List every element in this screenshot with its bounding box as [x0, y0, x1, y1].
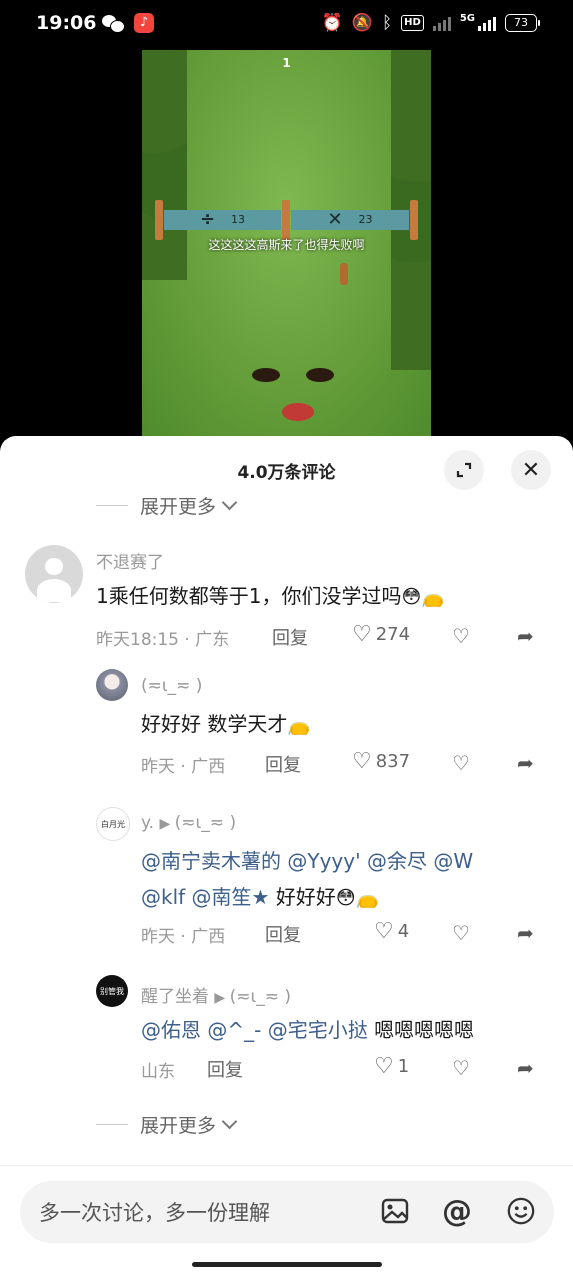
- heart-outline-icon: ♡: [374, 919, 394, 944]
- comment-time-location: 昨天18:15 · 广东: [96, 630, 230, 650]
- like-button[interactable]: ♡ 4: [374, 919, 409, 944]
- runner-figure: [340, 263, 348, 285]
- reply-button[interactable]: 回复: [207, 1056, 243, 1082]
- broken-heart-icon: ♡: [452, 921, 470, 945]
- alarm-icon: ⏰: [321, 13, 343, 33]
- heart-outline-icon: ♡: [352, 622, 372, 647]
- sheet-header: 4.0万条评论 ✕: [0, 436, 573, 500]
- reply-button[interactable]: 回复: [265, 751, 301, 777]
- comment-text: 1乘任何数都等于1，你们没学过吗😳👝: [96, 578, 445, 615]
- video-score: 1: [282, 56, 291, 70]
- share-arrow-icon: ➦: [517, 624, 534, 648]
- reply-button[interactable]: 回复: [272, 624, 308, 650]
- dislike-button[interactable]: ♡: [452, 921, 470, 945]
- smile-icon: [507, 1197, 535, 1225]
- comment-input[interactable]: 多一次讨论，多一份理解 @: [20, 1181, 554, 1243]
- face-mouth: [282, 403, 314, 421]
- reply-button[interactable]: 回复: [265, 921, 301, 947]
- video-caption: 这这这这高斯来了也得失败啊: [208, 238, 365, 252]
- reply-arrow-icon: ▶: [214, 990, 230, 1006]
- like-button[interactable]: ♡ 1: [374, 1054, 409, 1079]
- reply-username[interactable]: 醒了坐着 ▶ (≂ι_≂ ): [141, 982, 291, 1007]
- status-time: 19:06: [36, 12, 97, 34]
- gate-right: ✕ 23: [291, 210, 409, 230]
- status-bar: 19:06 ♪ ⏰ 🔕 ᛒ HD 5G 73: [0, 0, 573, 50]
- close-button[interactable]: ✕: [511, 450, 551, 490]
- reply-arrow-icon: ▶: [159, 816, 175, 832]
- reply-time-location: 昨天 · 广西: [141, 927, 226, 947]
- dislike-button[interactable]: ♡: [452, 624, 470, 648]
- dislike-button[interactable]: ♡: [452, 751, 470, 775]
- bag-emoji-icon: 👝: [355, 887, 380, 909]
- expand-more-top[interactable]: 展开更多: [96, 492, 238, 519]
- comment-sheet: 4.0万条评论 ✕ 展开更多 不退赛了 1乘任何数都等于1，你们没学过吗😳👝 昨…: [0, 436, 573, 1170]
- battery-indicator: 73: [505, 14, 540, 32]
- fullscreen-button[interactable]: [444, 450, 484, 490]
- dislike-button[interactable]: ♡: [452, 1056, 470, 1080]
- emoji-button[interactable]: [506, 1196, 536, 1226]
- reply-text: @南宁卖木薯的 @Yyyy' @余尽 @W @klf @南笙★ 好好好😳👝: [141, 843, 521, 916]
- signal-icon: [478, 15, 496, 31]
- flushed-emoji-icon: 😳: [401, 586, 422, 608]
- mute-icon: 🔕: [351, 13, 373, 33]
- hd-badge: HD: [401, 15, 424, 31]
- avatar[interactable]: [96, 669, 128, 701]
- broken-heart-icon: ♡: [452, 751, 470, 775]
- gate-post: [410, 200, 418, 240]
- broken-heart-icon: ♡: [452, 624, 470, 648]
- comment-count-title: 4.0万条评论: [237, 463, 336, 483]
- face-eye: [252, 368, 280, 382]
- wechat-icon: [102, 14, 125, 33]
- bag-emoji-icon: 👝: [421, 586, 445, 608]
- avatar[interactable]: [25, 545, 83, 603]
- comment-input-placeholder: 多一次讨论，多一份理解: [39, 1201, 270, 1225]
- image-button[interactable]: [380, 1196, 410, 1226]
- signal-weak-icon: [432, 15, 451, 31]
- bag-emoji-icon: 👝: [287, 714, 312, 736]
- reply-text: @佑恩 @^_- @宅宅小挞 嗯嗯嗯嗯嗯: [141, 1018, 475, 1042]
- like-button[interactable]: ♡ 837: [352, 749, 410, 774]
- avatar[interactable]: 白月光: [96, 807, 130, 841]
- share-arrow-icon: ➦: [517, 1056, 534, 1080]
- share-arrow-icon: ➦: [517, 751, 534, 775]
- reply-time-location: 昨天 · 广西: [141, 757, 226, 777]
- at-icon: @: [442, 1193, 472, 1229]
- chevron-down-icon: [221, 494, 238, 511]
- comment-username[interactable]: 不退赛了: [96, 548, 164, 573]
- network-type-label: 5G: [459, 13, 475, 24]
- reply-username[interactable]: y. ▶ (≂ι_≂ ): [141, 813, 236, 833]
- chevron-down-icon: [221, 1113, 238, 1130]
- expand-icon: [456, 462, 472, 478]
- share-button[interactable]: ➦: [517, 1056, 534, 1080]
- bluetooth-icon: ᛒ: [381, 13, 393, 33]
- gate-left: ÷ 13: [164, 210, 281, 230]
- broken-heart-icon: ♡: [452, 1056, 470, 1080]
- heart-outline-icon: ♡: [352, 749, 372, 774]
- like-button[interactable]: ♡ 274: [352, 622, 410, 647]
- share-button[interactable]: ➦: [517, 921, 534, 945]
- share-button[interactable]: ➦: [517, 624, 534, 648]
- home-indicator[interactable]: [192, 1262, 382, 1267]
- gate-post: [282, 200, 290, 240]
- face-eye: [306, 368, 334, 382]
- flushed-emoji-icon: 😳: [335, 887, 356, 909]
- share-button[interactable]: ➦: [517, 751, 534, 775]
- music-app-icon: ♪: [134, 13, 154, 33]
- close-icon: ✕: [521, 457, 541, 483]
- reply-location: 山东: [141, 1062, 175, 1082]
- gate-post: [155, 200, 163, 240]
- heart-outline-icon: ♡: [374, 1054, 394, 1079]
- mention-button[interactable]: @: [442, 1193, 472, 1229]
- image-icon: [381, 1198, 409, 1224]
- reply-username[interactable]: (≂ι_≂ ): [141, 676, 202, 696]
- avatar[interactable]: 别管我: [96, 975, 128, 1007]
- video-player[interactable]: 1 ÷ 13 ✕ 23 这这这这高斯来了也得失败啊: [142, 50, 431, 440]
- reply-text: 好好好 数学天才👝: [141, 706, 311, 743]
- expand-more-bottom[interactable]: 展开更多: [96, 1111, 238, 1138]
- share-arrow-icon: ➦: [517, 921, 534, 945]
